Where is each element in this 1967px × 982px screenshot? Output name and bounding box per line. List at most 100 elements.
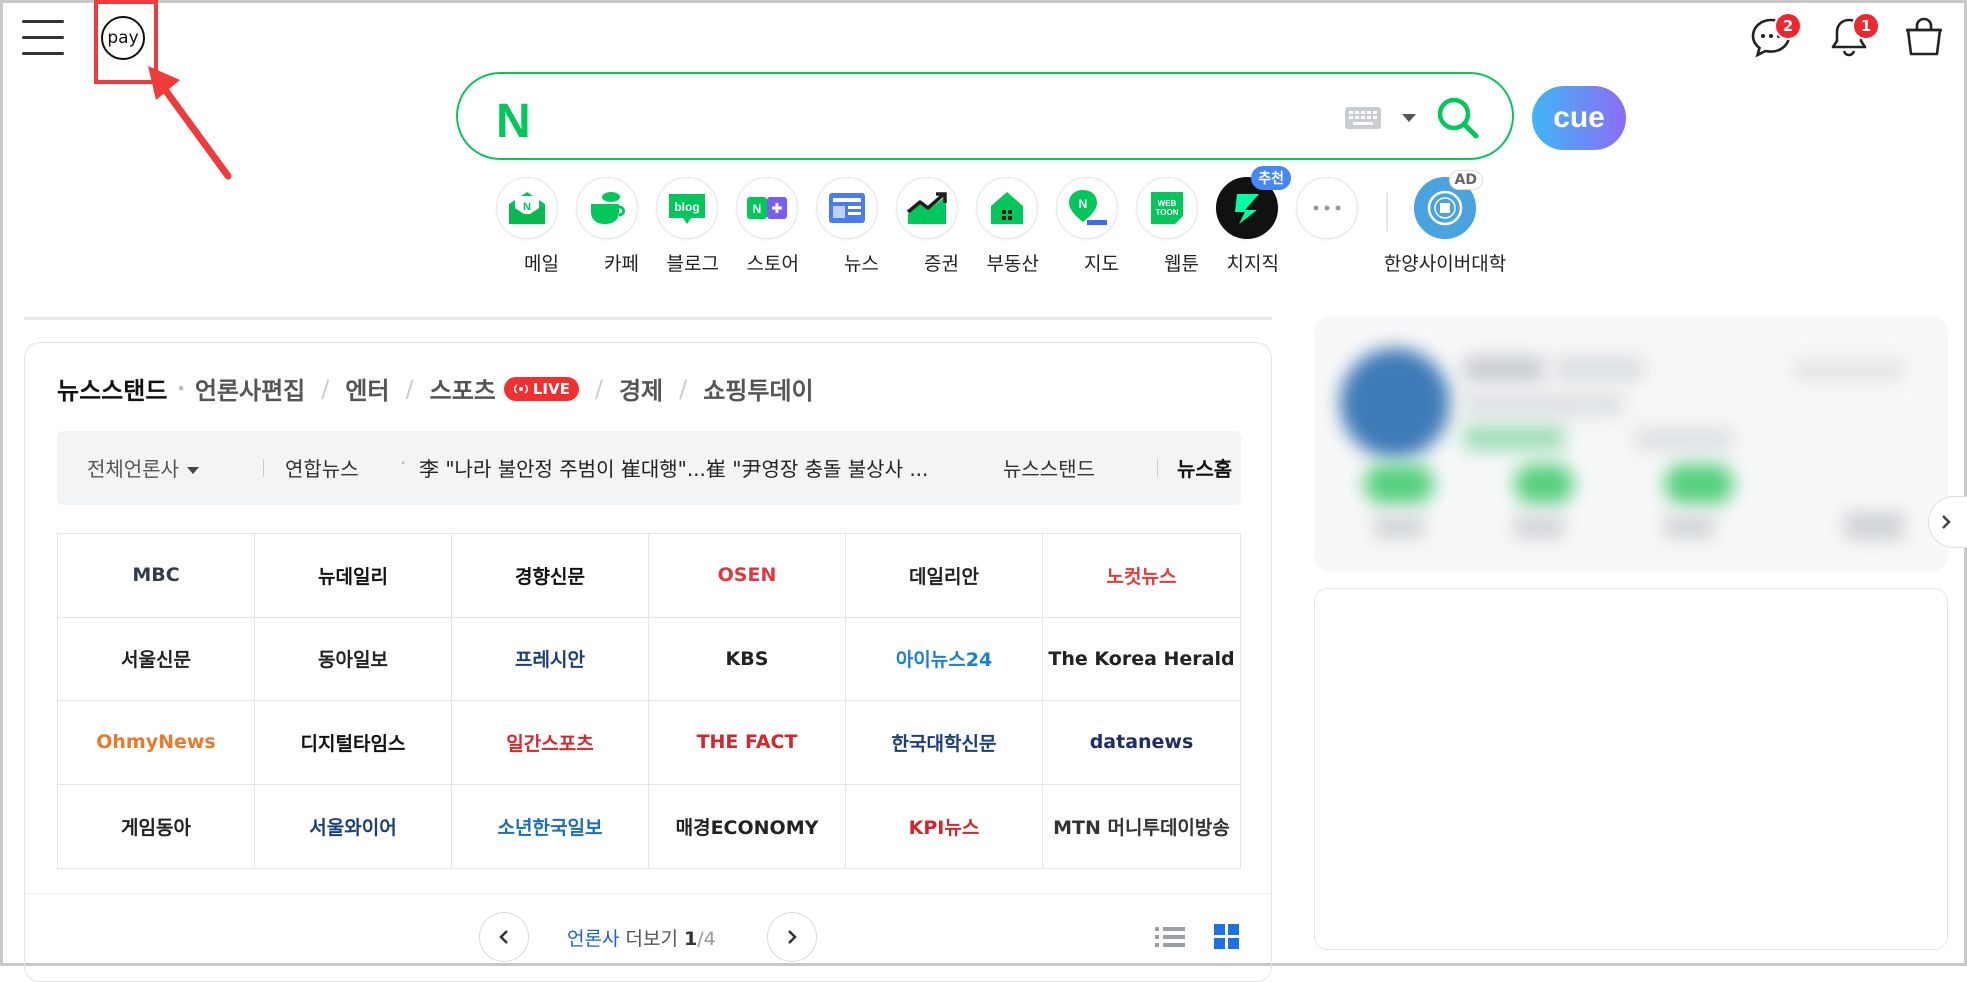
shortcut-label: 카페	[604, 253, 639, 275]
shortcut-label: 증권	[924, 253, 959, 275]
tab-sports[interactable]: 스포츠	[430, 371, 496, 406]
pagination-label-more: 더보기	[625, 928, 678, 950]
shortcut-label: 치지직	[1226, 253, 1279, 275]
hanyang-cyber-univ-icon	[1427, 190, 1463, 226]
ad-banner[interactable]	[1314, 588, 1948, 950]
menu-hamburger-icon[interactable]	[22, 20, 64, 56]
grid-view-icon[interactable]	[1214, 924, 1240, 950]
svg-text:WEB: WEB	[1158, 199, 1177, 208]
press-logo-cell[interactable]: 게임동아	[58, 784, 255, 868]
press-grid: MBC 뉴데일리 경향신문 OSEN 데일리안 노컷뉴스서울신문 동아일보 프레시안 KBS 아이…	[57, 533, 1241, 869]
press-logo-cell[interactable]: 매경ECONOMY	[649, 784, 846, 868]
shortcut-chzzk[interactable]: 추천 치지직	[1215, 166, 1291, 276]
shortcut-label: 스토어	[746, 253, 799, 275]
press-logo-cell[interactable]: 데일리안	[846, 534, 1043, 618]
talk-button[interactable]: 2	[1748, 12, 1802, 62]
shortcut-label: 메일	[524, 253, 559, 275]
section-divider	[24, 317, 1272, 320]
shortcut-hanyang-ad[interactable]: AD 한양사이버대학	[1384, 170, 1506, 276]
search-icon[interactable]	[1434, 94, 1482, 142]
tab-shopping-today[interactable]: 쇼핑투데이	[703, 371, 813, 406]
pagination-total: /4	[697, 928, 716, 950]
keyboard-dropdown-chevron-down-icon[interactable]	[1402, 114, 1416, 122]
cafe-icon	[591, 192, 625, 224]
press-logo-cell[interactable]: 경향신문	[452, 534, 649, 618]
account-card[interactable]	[1314, 316, 1948, 572]
press-logo-cell[interactable]: 뉴데일리	[255, 534, 452, 618]
press-logo-cell[interactable]: 동아일보	[255, 617, 452, 701]
shortcut-more[interactable]	[1295, 177, 1359, 239]
mail-icon: N	[509, 192, 545, 224]
shortcut-divider	[1386, 193, 1388, 231]
keyboard-icon[interactable]	[1344, 106, 1382, 130]
search-input[interactable]	[568, 92, 1292, 142]
tab-entertainment[interactable]: 엔터	[345, 371, 389, 406]
shortcut-label: 블로그	[666, 253, 719, 275]
newsstand-link[interactable]: 뉴스스탠드	[1003, 453, 1095, 482]
shortcut-label: 부동산	[986, 253, 1039, 275]
list-view-icon[interactable]	[1155, 925, 1185, 949]
naver-logo[interactable]: N	[496, 94, 531, 149]
press-logo-cell[interactable]: KBS	[649, 617, 846, 701]
shortcut-mail[interactable]: N 메일	[495, 177, 559, 276]
blog-icon: blog	[669, 194, 705, 224]
press-logo-cell[interactable]: OhmyNews	[58, 701, 255, 785]
shortcut-label: 뉴스	[844, 253, 879, 275]
cue-button[interactable]: cue	[1532, 86, 1626, 150]
live-badge[interactable]: LIVE	[503, 376, 579, 401]
shortcut-label: 한양사이버대학	[1383, 253, 1507, 275]
press-logo-cell[interactable]: 아이뉴스24	[846, 617, 1043, 701]
press-logo-cell[interactable]: 일간스포츠	[452, 701, 649, 785]
talk-count-badge: 2	[1774, 12, 1802, 40]
press-logo-cell[interactable]: MTN 머니투데이방송	[1043, 785, 1240, 869]
tab-newsstand[interactable]: 뉴스스탠드	[57, 371, 167, 406]
shortcut-map[interactable]: N 지도	[1055, 177, 1119, 276]
ticker-press-name[interactable]: 연합뉴스	[285, 453, 359, 482]
shortcut-stock[interactable]: 증권	[895, 177, 959, 276]
webtoon-icon: WEB TOON	[1151, 192, 1183, 224]
press-logo-cell[interactable]: 디지털타임스	[255, 701, 452, 785]
shopping-bag-button[interactable]	[1902, 16, 1948, 62]
all-press-label: 전체언론사	[87, 457, 179, 481]
press-logo-cell[interactable]: 프레시안	[452, 617, 649, 701]
broadcast-icon	[513, 383, 528, 394]
press-logo-cell[interactable]: THE FACT	[649, 701, 846, 785]
press-logo-cell[interactable]: MBC	[58, 534, 255, 618]
press-logo-cell[interactable]: 서울와이어	[255, 784, 452, 868]
press-logo-cell[interactable]: OSEN	[649, 534, 846, 618]
press-logo-cell[interactable]: The Korea Herald	[1043, 618, 1240, 701]
shortcut-webtoon[interactable]: WEB TOON 웹툰	[1135, 177, 1199, 276]
ad-tag: AD	[1448, 170, 1483, 190]
shortcut-label: 지도	[1084, 253, 1119, 275]
svg-text:N: N	[753, 202, 762, 216]
recommend-tag: 추천	[1251, 166, 1291, 190]
press-logo-cell[interactable]: 한국대학신문	[846, 701, 1043, 785]
tab-press-edit[interactable]: 언론사편집	[195, 371, 305, 406]
newshome-link[interactable]: 뉴스홈	[1177, 453, 1232, 482]
all-press-dropdown[interactable]: 전체언론사	[87, 453, 199, 482]
prev-page-button[interactable]	[479, 912, 529, 962]
notification-button[interactable]: 1	[1826, 12, 1880, 62]
pagination-label-press: 언론사	[567, 928, 620, 950]
shortcut-realestate[interactable]: 부동산	[975, 177, 1039, 276]
ticker-headline[interactable]: 李 "나라 불안정 주범이 崔대행"...崔 "尹영장 충돌 불상사 ...	[419, 453, 979, 482]
press-logo-cell[interactable]: 소년한국일보	[452, 784, 649, 868]
shortcut-store[interactable]: N 스토어	[735, 177, 799, 276]
chevron-right-icon	[788, 930, 797, 944]
next-page-button[interactable]	[767, 912, 817, 962]
pagination-text[interactable]: 언론사 더보기 1/4	[567, 924, 716, 951]
press-logo-cell[interactable]: KPI뉴스	[846, 784, 1043, 868]
shortcut-label: 웹툰	[1164, 253, 1199, 275]
press-logo-cell[interactable]: 서울신문	[58, 617, 255, 701]
svg-text:N: N	[523, 201, 531, 213]
shortcut-blog[interactable]: blog 블로그	[655, 177, 719, 276]
tab-economy[interactable]: 경제	[619, 371, 663, 406]
live-label: LIVE	[532, 379, 570, 398]
press-logo-cell[interactable]: 노컷뉴스	[1043, 534, 1240, 618]
shortcut-cafe[interactable]: 카페	[575, 177, 639, 276]
chzzk-icon	[1235, 194, 1259, 224]
shortcut-news[interactable]: 뉴스	[815, 177, 879, 276]
news-tabs: 뉴스스탠드 • 언론사편집 / 엔터 / 스포츠 LIVE / 경제 / 쇼핑투…	[57, 371, 814, 406]
store-icon: N	[747, 197, 787, 219]
press-logo-cell[interactable]: datanews	[1043, 701, 1240, 785]
